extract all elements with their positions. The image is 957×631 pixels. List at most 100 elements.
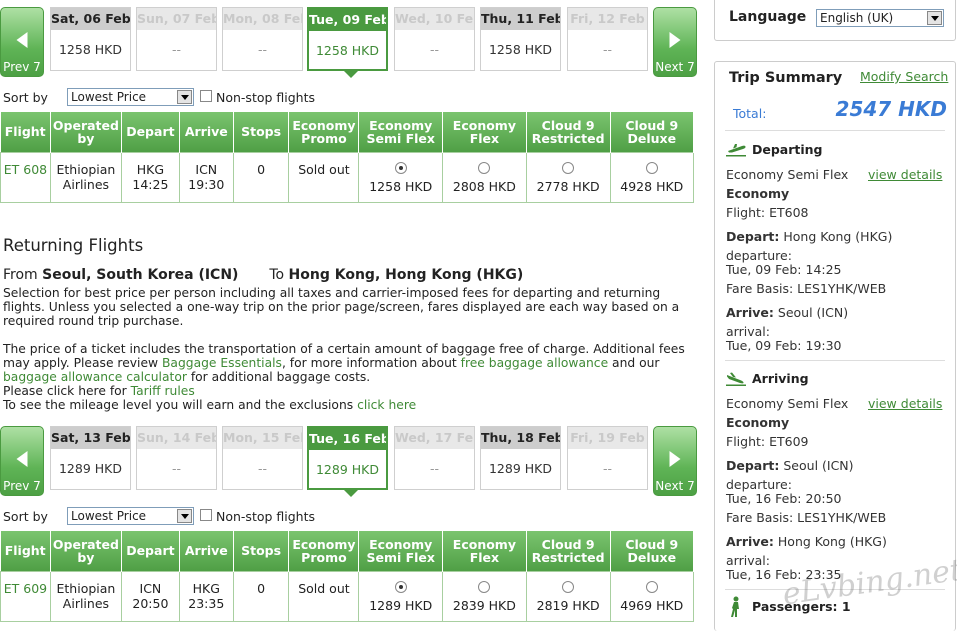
passengers-count: Passengers: 1	[752, 599, 851, 614]
date-option-1[interactable]: Sat, 13 Feb 1289 HKD	[50, 426, 131, 490]
col-cloud9-deluxe: Cloud 9 Deluxe	[610, 531, 695, 571]
modify-search-link[interactable]: Modify Search	[860, 69, 948, 84]
click-here-link[interactable]: click here	[357, 398, 416, 412]
dep-flight: Flight: ET608	[726, 205, 809, 220]
date-price: --	[257, 42, 268, 57]
date-option-2: Sun, 07 Feb --	[136, 7, 217, 71]
date-option-4[interactable]: Tue, 09 Feb 1258 HKD	[307, 7, 388, 78]
arrow-right-icon	[669, 451, 681, 467]
stops-value: 0	[232, 151, 290, 203]
nonstop-checkbox-outbound[interactable]	[200, 90, 212, 102]
dep-view-details-link[interactable]: view details	[868, 167, 942, 182]
date-label: Sat, 06 Feb	[51, 8, 130, 30]
next-7-button-inbound[interactable]: Next 7	[653, 426, 697, 496]
arriving-heading: Arriving	[752, 371, 809, 386]
flight-number-link[interactable]: ET 608	[4, 162, 47, 177]
next-7-button-outbound[interactable]: Next 7	[653, 7, 697, 77]
free-baggage-link[interactable]: free baggage allowance	[461, 356, 609, 370]
dep-departure-label: departure:	[726, 248, 792, 263]
returning-title: Returning Flights	[3, 236, 144, 255]
arrow-right-icon	[669, 32, 681, 48]
chevron-down-icon	[177, 90, 192, 104]
fare-price: 2778 HKD	[536, 178, 600, 194]
date-label: Sat, 13 Feb	[51, 427, 130, 449]
sort-label: Sort by	[3, 90, 48, 105]
ret-arrival-value: Tue, 16 Feb: 23:35	[726, 567, 842, 582]
next-label: Next 7	[655, 479, 695, 493]
dep-fare-basis: Fare Basis: LES1YHK/WEB	[726, 281, 887, 296]
operator-line2: Airlines	[62, 595, 110, 611]
date-option-7: Fri, 19 Feb --	[567, 426, 648, 490]
sort-select-inbound[interactable]: Lowest Price	[67, 507, 194, 525]
date-option-3: Mon, 15 Feb --	[222, 426, 303, 490]
tariff-rules-link[interactable]: Tariff rules	[131, 384, 195, 398]
nonstop-checkbox-inbound[interactable]	[200, 509, 212, 521]
arrive-label: Arrive:	[726, 534, 774, 549]
fare-radio-flex[interactable]	[478, 580, 491, 593]
baggage-essentials-link[interactable]: Baggage Essentials	[162, 356, 282, 370]
trip-summary-panel: Trip Summary Modify Search Total: 2547 H…	[714, 61, 956, 631]
date-price: 1289 HKD	[315, 462, 379, 477]
col-arrive: Arrive	[179, 112, 234, 152]
table-row: ET 608 Ethiopian Airlines HKG 14:25 ICN 19:…	[0, 151, 695, 203]
baggage-text: and our	[608, 356, 660, 370]
flight-number-link[interactable]: ET 609	[4, 581, 47, 596]
col-stops: Stops	[233, 531, 290, 571]
date-price: 1258 HKD	[488, 42, 552, 57]
col-operated: Operated by	[50, 112, 122, 152]
date-label: Thu, 11 Feb	[481, 8, 560, 30]
trip-summary-title: Trip Summary	[729, 70, 843, 86]
nonstop-label: Non-stop flights	[216, 509, 316, 524]
prev-7-button-inbound[interactable]: Prev 7	[0, 426, 44, 496]
col-flight: Flight	[0, 112, 51, 152]
next-label: Next 7	[655, 60, 695, 74]
ret-fare-basis: Fare Basis: LES1YHK/WEB	[726, 510, 887, 525]
date-option-1[interactable]: Sat, 06 Feb 1258 HKD	[50, 7, 131, 71]
date-option-6[interactable]: Thu, 11 Feb 1258 HKD	[480, 7, 561, 71]
fare-radio-flex[interactable]	[478, 161, 491, 174]
date-option-4[interactable]: Tue, 16 Feb 1289 HKD	[307, 426, 388, 497]
date-label: Sun, 07 Feb	[137, 8, 216, 30]
fare-radio-deluxe[interactable]	[645, 580, 658, 593]
date-label: Wed, 17 Feb	[395, 427, 474, 449]
fare-radio-semiflex[interactable]	[394, 161, 407, 174]
date-label: Tue, 09 Feb	[309, 9, 386, 31]
prev-7-button-outbound[interactable]: Prev 7	[0, 7, 44, 77]
baggage-calculator-link[interactable]: baggage allowance calculator	[3, 370, 187, 384]
date-price: --	[602, 461, 613, 476]
baggage-text: for additional baggage costs.	[186, 370, 371, 384]
dep-depart: Depart: Hong Kong (HKG)	[726, 229, 892, 244]
arrive-label: Arrive:	[726, 305, 774, 320]
dep-arrival-label: arrival:	[726, 324, 770, 339]
ret-view-details-link[interactable]: view details	[868, 396, 942, 411]
col-stops: Stops	[233, 112, 290, 152]
date-price: --	[429, 461, 440, 476]
language-select[interactable]: English (UK)	[816, 9, 944, 27]
date-option-6[interactable]: Thu, 18 Feb 1289 HKD	[480, 426, 561, 490]
col-economy-semi-flex: Economy Semi Flex	[358, 112, 444, 152]
depart-airport: HKG	[136, 161, 165, 177]
col-cloud9-deluxe: Cloud 9 Deluxe	[610, 112, 695, 152]
date-option-3: Mon, 08 Feb --	[222, 7, 303, 71]
arrive-value: Seoul (ICN)	[777, 305, 849, 320]
ret-arrival-label: arrival:	[726, 553, 770, 568]
ret-departure-label: departure:	[726, 477, 792, 492]
col-economy-promo: Economy Promo	[288, 112, 360, 152]
fare-radio-deluxe[interactable]	[645, 161, 658, 174]
col-flight: Flight	[0, 531, 51, 571]
outbound-flights-table: Flight Operated by Depart Arrive Stops E…	[0, 112, 695, 203]
ret-departure-value: Tue, 16 Feb: 20:50	[726, 491, 842, 506]
fare-radio-restricted[interactable]	[562, 580, 575, 593]
sort-select-outbound[interactable]: Lowest Price	[67, 88, 194, 106]
date-label: Mon, 15 Feb	[223, 427, 302, 449]
total-value: 2547 HKD	[835, 97, 947, 121]
prev-label: Prev 7	[3, 479, 41, 493]
depart-time: 14:25	[132, 176, 169, 192]
fare-price: 2839 HKD	[452, 597, 516, 613]
mileage-line: To see the mileage level you will earn a…	[3, 398, 416, 412]
arrive-time: 19:30	[188, 176, 225, 192]
fare-radio-restricted[interactable]	[562, 161, 575, 174]
to-label: To	[269, 267, 285, 283]
sort-value: Lowest Price	[71, 509, 147, 523]
fare-radio-semiflex[interactable]	[394, 580, 407, 593]
